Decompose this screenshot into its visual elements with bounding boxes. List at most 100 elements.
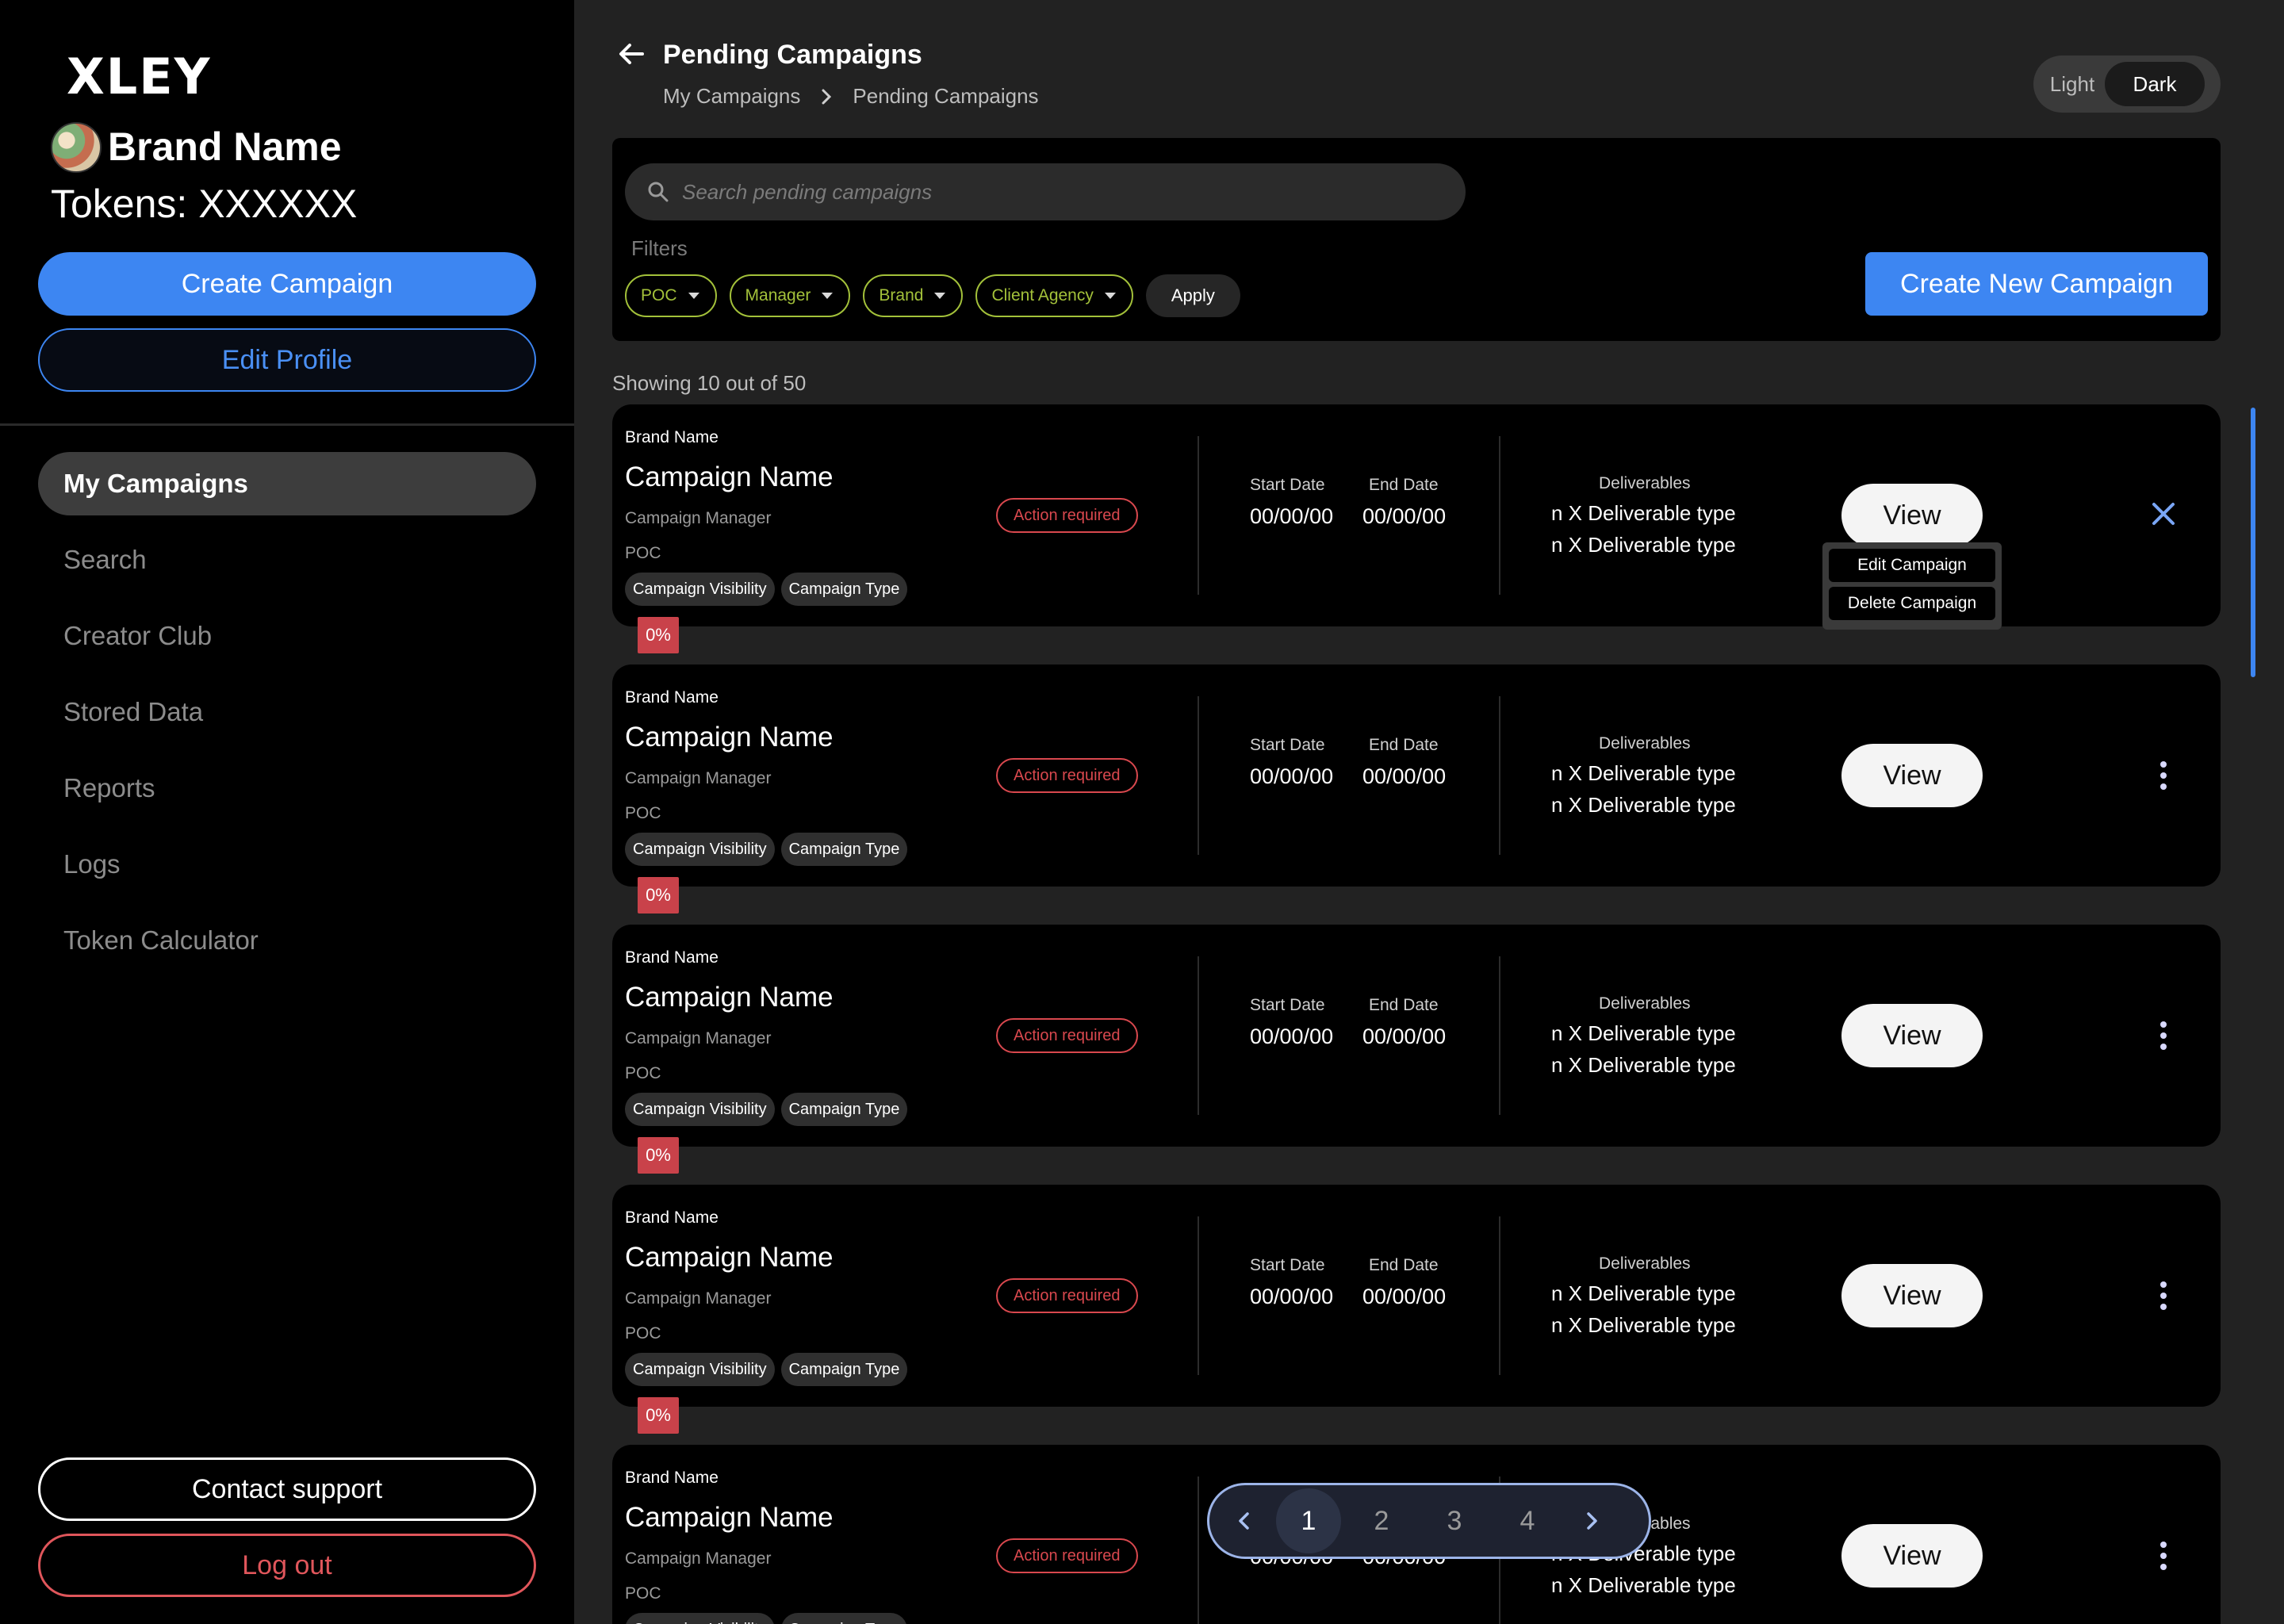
- search-bar: [625, 163, 1466, 220]
- action-required-badge: Action required: [996, 1018, 1138, 1053]
- more-options-icon[interactable]: [2149, 753, 2178, 798]
- action-required-badge: Action required: [996, 498, 1138, 533]
- view-campaign-button[interactable]: View: [1841, 1264, 1983, 1327]
- scrollbar-thumb[interactable]: [2251, 408, 2255, 677]
- card-campaign-manager: Campaign Manager: [625, 1289, 772, 1308]
- filter-label: Manager: [745, 286, 811, 304]
- back-arrow-icon[interactable]: [615, 38, 647, 70]
- card-brand-name: Brand Name: [625, 688, 719, 707]
- page-1-button[interactable]: 1: [1276, 1488, 1341, 1553]
- sidebar-item-my-campaigns[interactable]: My Campaigns: [38, 452, 536, 515]
- card-divider: [1198, 1477, 1199, 1624]
- tag-campaign-visibility: Campaign Visibility: [625, 573, 775, 606]
- card-divider: [1198, 696, 1199, 855]
- page-4-button[interactable]: 4: [1495, 1488, 1560, 1553]
- create-campaign-button[interactable]: Create Campaign: [38, 252, 536, 316]
- deliverable-item: n X Deliverable type: [1551, 1573, 1736, 1597]
- caret-down-icon: [822, 293, 834, 299]
- close-menu-icon[interactable]: [2148, 498, 2179, 530]
- view-campaign-button[interactable]: View: [1841, 1524, 1983, 1588]
- view-campaign-button[interactable]: View: [1841, 1004, 1983, 1067]
- apply-filters-button[interactable]: Apply: [1145, 274, 1240, 317]
- tag-campaign-visibility: Campaign Visibility: [625, 1093, 775, 1126]
- caret-down-icon: [688, 293, 699, 299]
- results-count: Showing 10 out of 50: [612, 371, 807, 395]
- sidebar-item-creator-club[interactable]: Creator Club: [38, 604, 536, 668]
- pagination-prev-icon[interactable]: [1221, 1497, 1268, 1545]
- caret-down-icon: [934, 293, 946, 299]
- contact-support-button[interactable]: Contact support: [38, 1457, 536, 1521]
- end-date-label: End Date: [1369, 1256, 1439, 1274]
- start-date-label: Start Date: [1250, 996, 1325, 1014]
- card-divider: [1198, 436, 1199, 595]
- campaign-context-menu: Edit Campaign Delete Campaign: [1822, 542, 2002, 630]
- caret-down-icon: [1104, 293, 1116, 299]
- deliverables-label: Deliverables: [1599, 734, 1691, 753]
- search-input[interactable]: [682, 179, 1396, 205]
- end-date-value: 00/00/00: [1362, 1025, 1447, 1048]
- progress-badge: 0%: [638, 1397, 679, 1434]
- card-brand-name: Brand Name: [625, 428, 719, 446]
- deliverable-item: n X Deliverable type: [1551, 533, 1736, 557]
- action-required-badge: Action required: [996, 1538, 1138, 1573]
- card-poc: POC: [625, 804, 661, 822]
- end-date-label: End Date: [1369, 996, 1439, 1014]
- card-tags: Campaign Visibility Campaign Type: [625, 1613, 908, 1624]
- theme-dark-option[interactable]: Dark: [2105, 62, 2205, 106]
- card-tags: Campaign Visibility Campaign Type: [625, 573, 908, 606]
- card-tags: Campaign Visibility Campaign Type: [625, 833, 908, 866]
- card-divider: [1499, 696, 1500, 855]
- card-divider: [1198, 956, 1199, 1115]
- theme-toggle: Light Dark: [2033, 56, 2221, 113]
- filter-chips: POC Manager Brand Client Agency Apply: [625, 274, 1240, 317]
- deliverables-label: Deliverables: [1599, 474, 1691, 492]
- deliverable-item: n X Deliverable type: [1551, 1281, 1736, 1305]
- card-campaign-name: Campaign Name: [625, 1502, 834, 1533]
- breadcrumb: My Campaigns Pending Campaigns: [663, 84, 1039, 109]
- theme-light-option[interactable]: Light: [2040, 62, 2105, 106]
- campaign-card: Brand Name Campaign Name Campaign Manage…: [612, 1185, 2221, 1407]
- breadcrumb-my-campaigns[interactable]: My Campaigns: [663, 84, 800, 109]
- view-campaign-button[interactable]: View: [1841, 484, 1983, 547]
- progress-badge: 0%: [638, 617, 679, 653]
- start-date-label: Start Date: [1250, 476, 1325, 494]
- pagination-next-icon[interactable]: [1568, 1497, 1615, 1545]
- view-campaign-button[interactable]: View: [1841, 744, 1983, 807]
- filter-client-agency-dropdown[interactable]: Client Agency: [975, 274, 1133, 317]
- app-logo: XLEY: [67, 48, 212, 105]
- card-campaign-manager: Campaign Manager: [625, 1549, 772, 1568]
- sidebar-item-search[interactable]: Search: [38, 528, 536, 592]
- sidebar-item-logs[interactable]: Logs: [38, 833, 536, 896]
- card-divider: [1198, 1216, 1199, 1375]
- filter-label: Client Agency: [991, 286, 1094, 304]
- log-out-button[interactable]: Log out: [38, 1534, 536, 1597]
- edit-profile-button[interactable]: Edit Profile: [38, 328, 536, 392]
- delete-campaign-menu-item[interactable]: Delete Campaign: [1829, 587, 1995, 620]
- page-2-button[interactable]: 2: [1349, 1488, 1414, 1553]
- more-options-icon[interactable]: [2149, 1274, 2178, 1318]
- edit-campaign-menu-item[interactable]: Edit Campaign: [1829, 549, 1995, 582]
- sidebar-item-reports[interactable]: Reports: [38, 756, 536, 820]
- sidebar-nav: My Campaigns Search Creator Club Stored …: [38, 452, 536, 985]
- end-date-label: End Date: [1369, 736, 1439, 754]
- filter-brand-dropdown[interactable]: Brand: [863, 274, 964, 317]
- start-date-value: 00/00/00: [1250, 764, 1334, 788]
- sidebar-item-token-calculator[interactable]: Token Calculator: [38, 909, 536, 972]
- filter-manager-dropdown[interactable]: Manager: [729, 274, 851, 317]
- card-campaign-name: Campaign Name: [625, 462, 834, 492]
- filters-label: Filters: [631, 236, 688, 260]
- deliverable-item: n X Deliverable type: [1551, 501, 1736, 525]
- card-campaign-name: Campaign Name: [625, 722, 834, 753]
- card-divider: [1499, 436, 1500, 595]
- more-options-icon[interactable]: [2149, 1534, 2178, 1578]
- create-new-campaign-button[interactable]: Create New Campaign: [1865, 252, 2208, 316]
- tag-campaign-type: Campaign Type: [780, 1093, 908, 1126]
- filter-poc-dropdown[interactable]: POC: [625, 274, 717, 317]
- deliverable-item: n X Deliverable type: [1551, 793, 1736, 817]
- sidebar-item-stored-data[interactable]: Stored Data: [38, 680, 536, 744]
- more-options-icon[interactable]: [2149, 1013, 2178, 1058]
- page-3-button[interactable]: 3: [1422, 1488, 1487, 1553]
- start-date-value: 00/00/00: [1250, 504, 1334, 528]
- filter-label: POC: [641, 286, 677, 304]
- campaign-card: Brand Name Campaign Name Campaign Manage…: [612, 925, 2221, 1147]
